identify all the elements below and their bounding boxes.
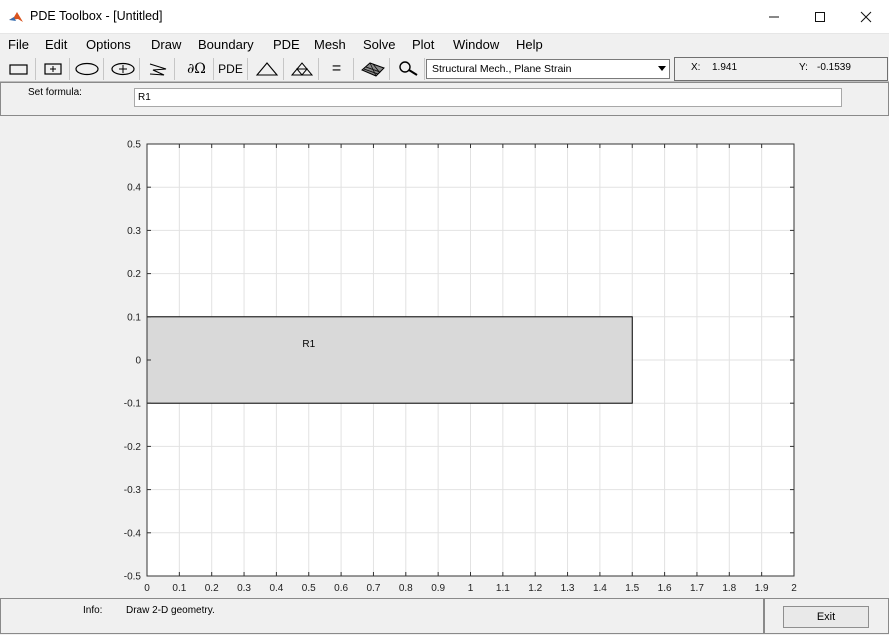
close-button[interactable] — [843, 0, 889, 33]
y-coordinate-value: -0.1539 — [817, 62, 851, 73]
title-bar: PDE Toolbox - [Untitled] — [0, 0, 889, 34]
geometry-rectangle — [146, 316, 633, 404]
x-tick-label: 1.6 — [658, 583, 672, 594]
x-tick-label: 1.1 — [496, 583, 510, 594]
menu-plot[interactable]: Plot — [412, 37, 434, 52]
x-tick-label: 1.7 — [690, 583, 704, 594]
x-tick-label: 0.8 — [399, 583, 413, 594]
menu-pde[interactable]: PDE — [273, 37, 300, 52]
y-tick-label: 0.5 — [127, 140, 141, 151]
close-icon — [860, 11, 872, 22]
formula-bar: Set formula: — [0, 82, 889, 116]
chevron-down-icon — [658, 66, 666, 71]
draw-rectangle-button[interactable] — [2, 58, 36, 80]
status-bar: Info: Draw 2-D geometry. — [0, 598, 764, 634]
menu-edit[interactable]: Edit — [45, 37, 67, 52]
pde-icon: PDE — [218, 62, 243, 76]
draw-rectangle-centered-button[interactable] — [36, 58, 70, 80]
x-tick-label: 0.1 — [172, 583, 186, 594]
refine-mesh-button[interactable] — [285, 58, 319, 80]
x-tick-label: 0.9 — [431, 583, 445, 594]
x-tick-label: 1.8 — [722, 583, 736, 594]
y-tick-label: -0.4 — [124, 528, 142, 539]
x-tick-label: 1.5 — [625, 583, 639, 594]
exit-button[interactable]: Exit — [783, 606, 869, 628]
y-tick-label: -0.5 — [124, 572, 142, 583]
solve-button[interactable]: = — [320, 58, 354, 80]
application-mode-select[interactable]: Structural Mech., Plane Strain — [426, 59, 670, 79]
menu-bar: File Edit Options Draw Boundary PDE Mesh… — [0, 34, 889, 56]
y-tick-label: 0.4 — [127, 183, 141, 194]
zoom-icon — [398, 61, 418, 76]
maximize-button[interactable] — [797, 0, 843, 33]
boundary-mode-button[interactable]: ∂Ω — [180, 58, 214, 80]
menu-draw[interactable]: Draw — [151, 37, 181, 52]
draw-polygon-button[interactable] — [141, 58, 175, 80]
x-tick-label: 0.5 — [302, 583, 316, 594]
x-coordinate-label: X: — [691, 62, 701, 73]
toolbar: ∂Ω PDE = Structural Mech., Plane Strain … — [0, 57, 889, 82]
matlab-logo-icon — [9, 12, 23, 22]
info-text: Draw 2-D geometry. — [126, 605, 215, 616]
x-tick-label: 0.4 — [269, 583, 283, 594]
set-formula-input[interactable] — [134, 88, 842, 107]
x-tick-label: 0.6 — [334, 583, 348, 594]
init-mesh-button[interactable] — [250, 58, 284, 80]
coordinate-readout: X: 1.941 Y: -0.1539 — [674, 57, 888, 81]
menu-boundary[interactable]: Boundary — [198, 37, 254, 52]
exit-panel: Exit — [764, 598, 889, 634]
maximize-icon — [815, 11, 825, 22]
equals-icon: = — [331, 60, 342, 77]
menu-file[interactable]: File — [8, 37, 29, 52]
y-tick-label: 0.3 — [127, 226, 141, 237]
minimize-button[interactable] — [751, 0, 797, 33]
window-title: PDE Toolbox - [Untitled] — [30, 9, 163, 23]
y-tick-label: 0.1 — [127, 312, 141, 323]
zoom-button[interactable] — [391, 58, 425, 80]
x-coordinate-value: 1.941 — [712, 62, 738, 73]
menu-options[interactable]: Options — [86, 37, 131, 52]
application-mode-value: Structural Mech., Plane Strain — [432, 63, 572, 75]
y-tick-label: -0.1 — [124, 399, 142, 410]
x-tick-label: 0.7 — [366, 583, 380, 594]
boundary-icon: ∂Ω — [187, 61, 206, 77]
x-tick-label: 0.2 — [205, 583, 219, 594]
y-tick-label: 0.2 — [127, 269, 141, 280]
x-tick-label: 1 — [468, 583, 474, 594]
y-tick-label: -0.3 — [124, 485, 142, 496]
ellipse-icon — [74, 62, 99, 76]
x-tick-label: 2 — [791, 583, 797, 594]
menu-window[interactable]: Window — [453, 37, 499, 52]
menu-help[interactable]: Help — [516, 37, 543, 52]
x-tick-label: 1.9 — [755, 583, 769, 594]
x-tick-label: 1.4 — [593, 583, 607, 594]
x-tick-label: 1.2 — [528, 583, 542, 594]
refine-triangle-icon — [290, 62, 313, 76]
draw-ellipse-centered-button[interactable] — [106, 58, 140, 80]
ellipse-centered-icon — [110, 62, 135, 76]
set-formula-label: Set formula: — [28, 87, 82, 98]
polygon-icon — [149, 63, 166, 76]
rectangle-icon — [8, 64, 28, 75]
info-label: Info: — [83, 605, 103, 616]
minimize-icon — [769, 16, 779, 17]
geometry-axes[interactable]: R1 0 0.1 0.2 0.3 0.4 0.5 0.6 0.7 0.8 0.9 1 1.1 1.2 1.3… — [0, 115, 889, 597]
pde-specification-button[interactable]: PDE — [214, 58, 248, 80]
menu-solve[interactable]: Solve — [363, 37, 396, 52]
plot-solution-button[interactable] — [356, 58, 390, 80]
x-tick-label: 0 — [144, 583, 150, 594]
x-tick-label: 1.3 — [561, 583, 575, 594]
surface-plot-icon — [360, 62, 385, 77]
x-tick-label: 0.3 — [237, 583, 251, 594]
y-coordinate-label: Y: — [799, 62, 808, 73]
y-tick-label: 0 — [135, 356, 141, 367]
triangle-icon — [255, 62, 278, 76]
geometry-shape-label: R1 — [302, 339, 315, 350]
draw-ellipse-button[interactable] — [70, 58, 104, 80]
rectangle-centered-icon — [43, 63, 62, 75]
y-tick-label: -0.2 — [124, 442, 142, 453]
menu-mesh[interactable]: Mesh — [314, 37, 346, 52]
